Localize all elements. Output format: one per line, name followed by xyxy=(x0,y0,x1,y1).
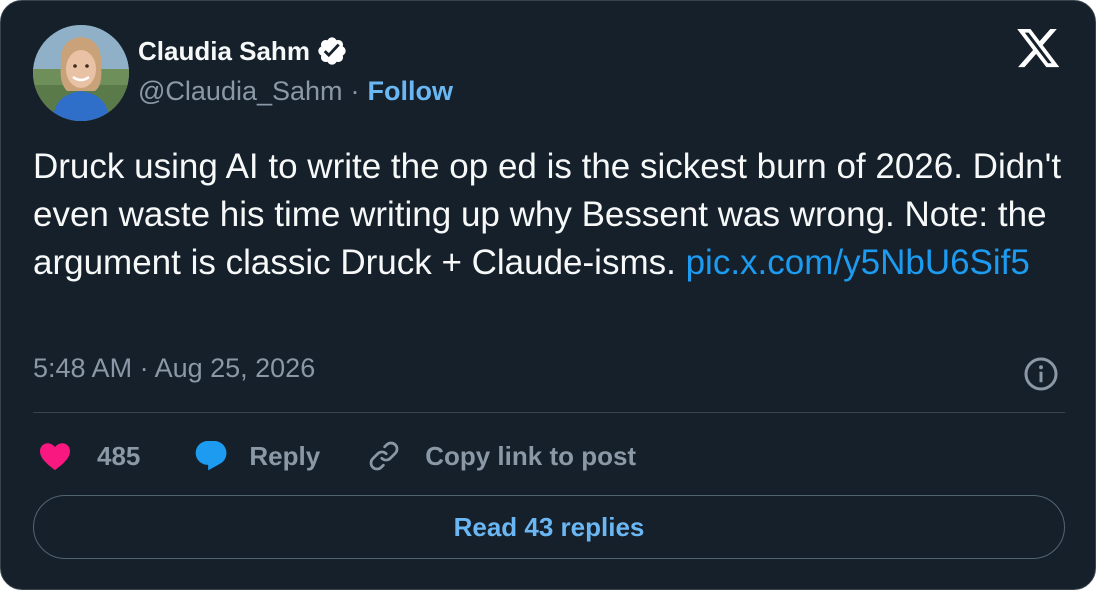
tweet-text: Druck using AI to write the op ed is the… xyxy=(33,143,1073,287)
reply-button[interactable]: Reply xyxy=(192,438,320,474)
divider xyxy=(33,412,1065,413)
tweet-embed-card: Claudia Sahm @Claudia_Sahm · Follow Druc… xyxy=(0,0,1096,590)
like-count: 485 xyxy=(97,440,141,471)
tweet-timestamp[interactable]: 5:48 AM · Aug 25, 2026 xyxy=(33,353,315,384)
copy-link-button[interactable]: Copy link to post xyxy=(366,438,636,474)
like-button[interactable]: 485 xyxy=(37,438,140,474)
author-handle[interactable]: @Claudia_Sahm xyxy=(138,76,343,107)
author-handle-row: @Claudia_Sahm · Follow xyxy=(138,73,453,109)
copy-link-label: Copy link to post xyxy=(425,440,637,471)
info-icon[interactable] xyxy=(1023,356,1059,392)
avatar[interactable] xyxy=(33,25,129,121)
action-bar: 485 Reply Copy link to post xyxy=(37,433,636,479)
author-display-name[interactable]: Claudia Sahm xyxy=(138,36,310,67)
separator-dot: · xyxy=(350,75,360,106)
heart-icon xyxy=(40,443,70,471)
read-replies-button[interactable]: Read 43 replies xyxy=(33,495,1065,559)
author-name-row: Claudia Sahm xyxy=(138,33,348,69)
avatar-photo xyxy=(33,25,129,121)
speech-bubble-icon xyxy=(196,441,227,471)
x-logo-icon[interactable] xyxy=(1017,29,1061,69)
link-icon xyxy=(369,441,399,471)
read-replies-label: Read 43 replies xyxy=(453,511,645,542)
verified-badge-icon xyxy=(318,37,346,65)
follow-button[interactable]: Follow xyxy=(368,76,453,107)
reply-label: Reply xyxy=(249,440,321,471)
tweet-media-link[interactable]: pic.x.com/y5NbU6Sif5 xyxy=(686,243,1030,282)
